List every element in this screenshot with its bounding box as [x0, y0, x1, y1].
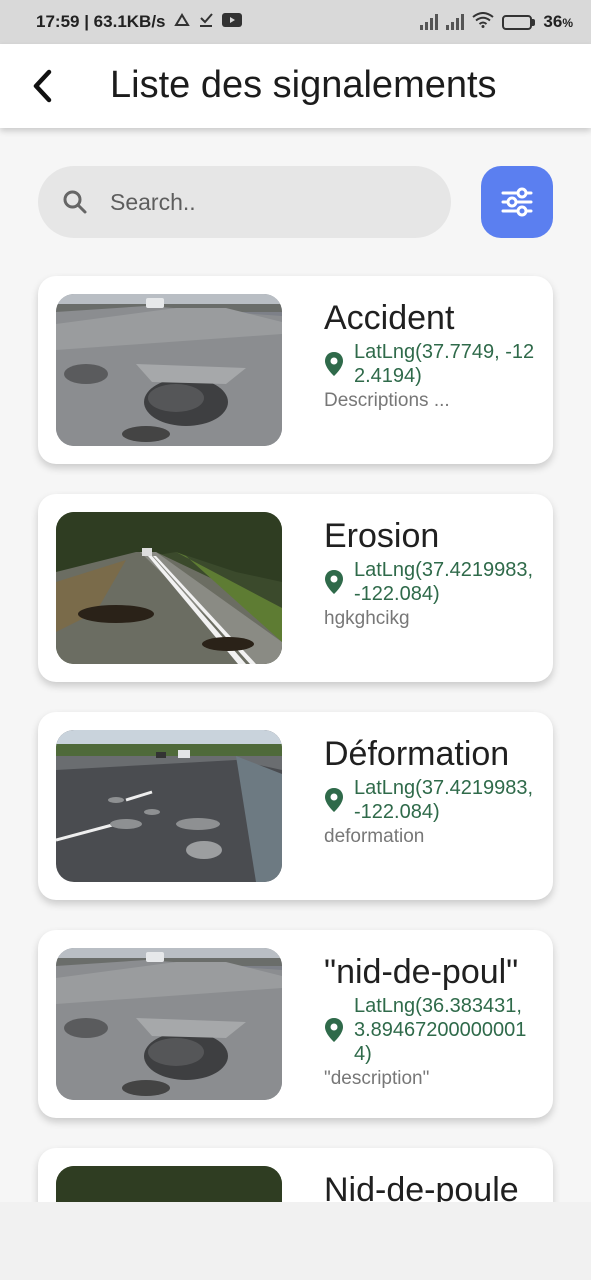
sliders-icon — [501, 187, 533, 217]
location-pin-icon — [325, 788, 343, 812]
report-photo — [56, 1166, 282, 1202]
report-title: Accident — [324, 299, 455, 337]
report-description: deformation — [324, 826, 425, 847]
notification-icon — [173, 13, 190, 31]
report-card[interactable]: Erosion LatLng(37.4219983, -122.084) hgk… — [38, 494, 553, 682]
report-title: Nid-de-poule — [324, 1171, 519, 1202]
app-bar: Liste des signalements — [0, 44, 591, 128]
reports-list[interactable]: Accident LatLng(37.7749, -122.4194) Desc… — [0, 260, 591, 1202]
report-description: "description" — [324, 1068, 430, 1089]
chevron-left-icon — [33, 69, 52, 103]
report-photo — [56, 730, 282, 882]
report-title: "nid-de-poul" — [324, 953, 519, 991]
search-input[interactable] — [110, 188, 410, 216]
report-photo — [56, 512, 282, 664]
download-check-icon — [198, 12, 214, 32]
report-coordinates: LatLng(37.4219983, -122.084) — [354, 777, 534, 823]
report-photo — [56, 294, 282, 446]
report-description: hgkghcikg — [324, 608, 410, 629]
search-icon — [63, 190, 87, 214]
signal-icon — [420, 14, 439, 30]
report-coordinates: LatLng(36.383431, 3.894672000000014) — [354, 995, 527, 1065]
report-title: Déformation — [324, 735, 510, 773]
battery-icon — [502, 14, 536, 30]
back-button[interactable] — [24, 66, 60, 106]
report-description: Descriptions ... — [324, 390, 450, 411]
location-pin-icon — [325, 1018, 343, 1042]
report-title: Erosion — [324, 517, 440, 555]
status-time: 17:59 | 63.1KB/s — [36, 12, 166, 31]
battery-level: 36% — [543, 12, 573, 31]
report-card[interactable]: Déformation LatLng(37.4219983, -122.084)… — [38, 712, 553, 900]
location-pin-icon — [325, 570, 343, 594]
report-photo — [56, 948, 282, 1100]
report-card[interactable]: Accident LatLng(37.7749, -122.4194) Desc… — [38, 276, 553, 464]
report-card[interactable]: "nid-de-poul" LatLng(36.383431, 3.894672… — [38, 930, 553, 1118]
page-title: Liste des signalements — [110, 64, 497, 106]
report-coordinates: LatLng(37.4219983, -122.084) — [354, 559, 534, 605]
wifi-icon — [472, 12, 495, 32]
report-card[interactable]: Nid-de-poule — [38, 1148, 553, 1202]
search-bar[interactable] — [38, 166, 451, 238]
youtube-icon — [221, 13, 242, 31]
status-bar: 17:59 | 63.1KB/s 36% — [0, 0, 591, 44]
bottom-area — [0, 1202, 591, 1280]
filter-button[interactable] — [481, 166, 553, 238]
signal-icon-2 — [446, 14, 465, 30]
report-coordinates: LatLng(37.7749, -122.4194) — [354, 341, 535, 387]
location-pin-icon — [325, 352, 343, 376]
